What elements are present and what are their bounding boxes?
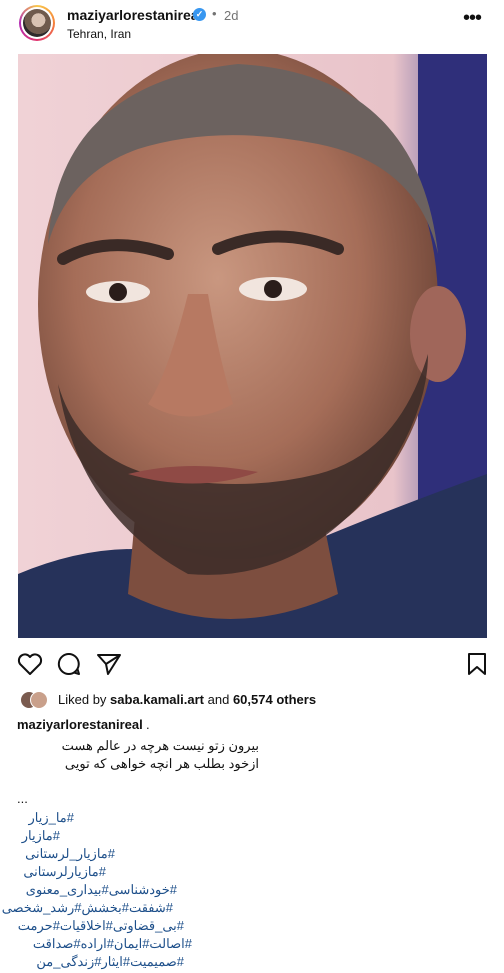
post-image[interactable]	[18, 54, 487, 638]
hashtag[interactable]: #ما_زیار	[28, 810, 74, 826]
portrait-illustration	[18, 54, 487, 638]
hashtag[interactable]: #اصالت#ایمان#اراده#صداقت	[33, 936, 192, 952]
location[interactable]: Tehran, Iran	[67, 27, 131, 41]
likes-count[interactable]: 60,574 others	[233, 692, 316, 707]
likes-prefix: Liked by	[58, 692, 107, 707]
separator: •	[212, 6, 217, 21]
comment-icon[interactable]	[55, 650, 83, 678]
bookmark-icon[interactable]	[463, 650, 491, 678]
hashtag[interactable]: #صمیمیت#ایثار#زندگی_من	[36, 954, 184, 970]
username[interactable]: maziyarlorestanireal	[67, 7, 202, 23]
heart-icon[interactable]	[16, 650, 44, 678]
caption-username[interactable]: maziyarlorestanireal	[17, 717, 143, 732]
caption-ellipsis: ...	[17, 791, 28, 806]
share-icon[interactable]	[95, 650, 123, 678]
hashtag[interactable]: #مازیار	[22, 828, 60, 844]
liker-username[interactable]: saba.kamali.art	[110, 692, 204, 707]
action-bar	[0, 650, 504, 680]
caption-trailing: .	[146, 717, 150, 732]
hashtag[interactable]: #شفقت#بخشش#رشد_شخصی	[2, 900, 173, 916]
hashtag[interactable]: #خودشناسی#بیداری_معنوی	[26, 882, 177, 898]
caption-line: بیرون زتو نیست هرچه در عالم هست	[61, 738, 259, 753]
verified-badge-icon: ✓	[193, 8, 206, 21]
post-header: maziyarlorestanireal ✓ • 2d Tehran, Iran…	[0, 0, 504, 52]
likes-text: Liked by saba.kamali.art and 60,574 othe…	[58, 692, 316, 707]
avatar[interactable]	[19, 5, 55, 41]
avatar-image	[23, 9, 51, 37]
likes-and: and	[207, 692, 230, 707]
hashtag[interactable]: #بی_قضاوتی#اخلاقیات#حرمت	[18, 918, 184, 934]
caption-line: ازخود بطلب هر انچه خواهی که تویی	[64, 756, 259, 771]
liker-avatar[interactable]	[30, 691, 48, 709]
likes-row: Liked by saba.kamali.art and 60,574 othe…	[20, 688, 490, 710]
post-time[interactable]: 2d	[224, 8, 238, 23]
hashtag[interactable]: #مازیارلرستانی	[23, 864, 106, 880]
more-options-icon[interactable]: •••	[462, 6, 482, 30]
hashtag[interactable]: #مازیار_لرستانی	[25, 846, 115, 862]
